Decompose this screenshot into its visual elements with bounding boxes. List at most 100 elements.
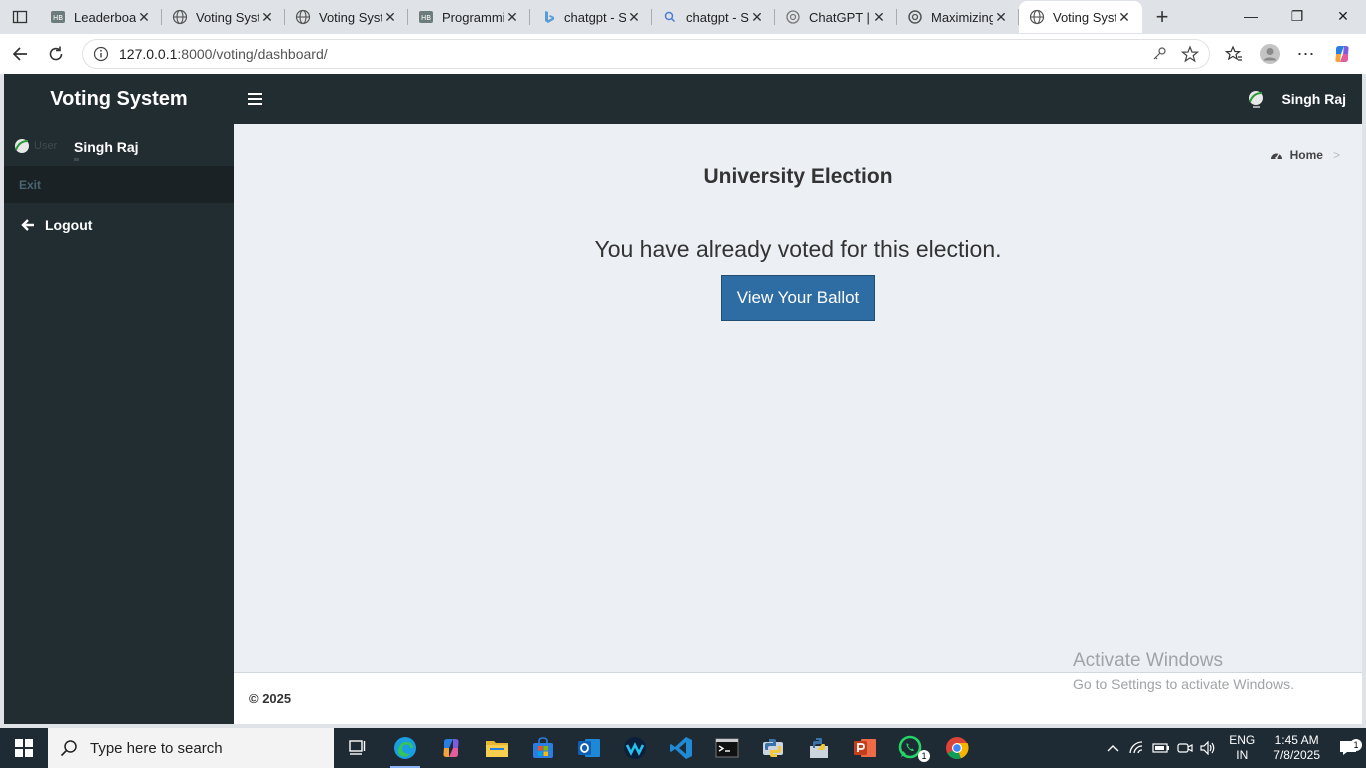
user-avatar-icon: [1249, 91, 1264, 108]
site-info-icon[interactable]: [93, 46, 109, 62]
browser-tab[interactable]: chatgpt - Se ✕: [530, 1, 652, 33]
dashboard-icon: [1270, 149, 1283, 161]
webex-icon: [624, 737, 646, 759]
browser-tab[interactable]: Maximizing ✕: [897, 1, 1019, 33]
reload-icon: [49, 46, 63, 61]
chevron-up-icon[interactable]: [1101, 743, 1125, 753]
already-voted-message: You have already voted for this election…: [594, 236, 1002, 262]
taskbar-copilot[interactable]: [428, 728, 474, 768]
password-key-icon[interactable]: [1151, 46, 1167, 62]
taskbar-outlook[interactable]: [566, 728, 612, 768]
favorite-star-icon[interactable]: [1181, 45, 1199, 63]
powerpoint-icon: [854, 739, 876, 757]
sidebar-user-name: Singh Raj: [74, 139, 139, 155]
browser-tab-title: Voting Syste: [196, 9, 259, 25]
taskbar-whatsapp[interactable]: 1: [888, 728, 934, 768]
close-tab-icon[interactable]: ✕: [504, 9, 520, 26]
chrome-icon: [946, 737, 969, 759]
reload-button[interactable]: [38, 36, 74, 72]
copilot-icon[interactable]: [1324, 36, 1360, 72]
close-tab-icon[interactable]: ✕: [259, 9, 275, 26]
browser-tab[interactable]: HB Programmi ✕: [408, 1, 530, 33]
browser-tab[interactable]: Voting Syste ✕: [162, 1, 285, 33]
taskbar-search-box[interactable]: Type here to search: [48, 728, 334, 768]
browser-tab-active[interactable]: Voting Syste ✕: [1019, 1, 1142, 33]
taskbar-clock[interactable]: 1:45 AM 7/8/2025: [1273, 733, 1320, 763]
user-menu[interactable]: Singh Raj: [1247, 74, 1346, 124]
profile-avatar-icon[interactable]: [1252, 36, 1288, 72]
web-page: Voting System Singh Raj User Singh Raj E…: [4, 74, 1362, 724]
language-indicator[interactable]: ENG IN: [1229, 733, 1255, 763]
view-ballot-button[interactable]: View Your Ballot: [721, 275, 875, 321]
election-title: University Election: [703, 165, 893, 188]
terminal-icon: [715, 738, 739, 758]
close-tab-icon[interactable]: ✕: [1116, 9, 1132, 26]
browser-tab[interactable]: ChatGPT | C ✕: [775, 1, 897, 33]
browser-tab[interactable]: Voting Syste ✕: [285, 1, 408, 33]
close-tab-icon[interactable]: ✕: [626, 9, 642, 26]
sidebar-user-panel: User Singh Raj: [4, 124, 234, 166]
window-controls: ― ❐ ✕: [1228, 0, 1366, 32]
globe-icon: [172, 9, 188, 25]
close-window-icon[interactable]: ✕: [1320, 0, 1366, 32]
taskbar-powerpoint[interactable]: [842, 728, 888, 768]
breadcrumb-home[interactable]: Home: [1290, 148, 1323, 162]
python-installer-icon: [810, 738, 828, 758]
close-tab-icon[interactable]: ✕: [382, 9, 398, 26]
browser-tab[interactable]: HB Leaderboar ✕: [40, 1, 162, 33]
sidebar-section-header: Exit: [4, 166, 234, 203]
restore-icon[interactable]: ❐: [1274, 0, 1320, 32]
task-view-icon: [349, 740, 366, 755]
close-tab-icon[interactable]: ✕: [871, 9, 887, 26]
close-tab-icon[interactable]: ✕: [993, 9, 1009, 26]
close-tab-icon[interactable]: ✕: [749, 9, 765, 26]
volume-icon[interactable]: [1197, 741, 1221, 755]
whatsapp-badge: 1: [918, 750, 930, 762]
taskbar-file-explorer[interactable]: [474, 728, 520, 768]
address-bar[interactable]: 127.0.0.1:8000/voting/dashboard/: [82, 39, 1210, 69]
wifi-icon[interactable]: [1125, 741, 1149, 755]
url-path: :8000/voting/dashboard/: [177, 46, 328, 62]
notification-center-button[interactable]: 1: [1330, 739, 1366, 757]
app-brand[interactable]: Voting System: [4, 74, 234, 124]
edge-icon: [394, 737, 416, 759]
sidebar-toggle-icon[interactable]: [248, 90, 262, 108]
openai-icon: [907, 9, 923, 25]
taskbar-vscode[interactable]: [658, 728, 704, 768]
python-icon: [763, 739, 783, 757]
watermark-title: Activate Windows: [1073, 650, 1223, 671]
back-button[interactable]: [2, 36, 38, 72]
taskbar-python[interactable]: [750, 728, 796, 768]
region-code: IN: [1236, 748, 1249, 762]
task-view-button[interactable]: [336, 728, 382, 768]
meet-now-icon[interactable]: [1173, 741, 1197, 755]
new-tab-button[interactable]: +: [1142, 4, 1182, 30]
battery-icon[interactable]: [1149, 742, 1173, 754]
start-button[interactable]: [0, 728, 48, 768]
avatar-alt-text: User: [34, 140, 58, 152]
clock-time: 1:45 AM: [1274, 733, 1319, 747]
search-placeholder: Type here to search: [90, 739, 223, 757]
app-header: Voting System Singh Raj: [4, 74, 1362, 124]
taskbar-store[interactable]: [520, 728, 566, 768]
taskbar-terminal[interactable]: [704, 728, 750, 768]
taskbar-webex[interactable]: [612, 728, 658, 768]
sidebar-item-logout[interactable]: Logout: [4, 203, 234, 247]
close-tab-icon[interactable]: ✕: [136, 9, 152, 26]
taskbar-python-installer[interactable]: [796, 728, 842, 768]
taskbar-chrome[interactable]: [934, 728, 980, 768]
tab-actions-button[interactable]: [0, 1, 40, 33]
tab-actions-icon: [12, 10, 28, 24]
minimize-icon[interactable]: ―: [1228, 0, 1274, 32]
more-options-icon[interactable]: ⋯: [1288, 36, 1324, 72]
taskbar-edge[interactable]: [382, 728, 428, 768]
arrow-left-icon: [21, 218, 37, 232]
browser-tab-title: Programmi: [442, 9, 504, 25]
sidebar: User Singh Raj Exit Logout: [4, 124, 234, 724]
browser-tab[interactable]: chatgpt - Se ✕: [652, 1, 775, 33]
svg-text:HB: HB: [53, 14, 63, 22]
notification-badge: 1: [1350, 739, 1362, 751]
favorites-icon[interactable]: [1216, 36, 1252, 72]
store-icon: [533, 737, 553, 758]
main-content: Home > University Election You have alre…: [234, 124, 1362, 674]
